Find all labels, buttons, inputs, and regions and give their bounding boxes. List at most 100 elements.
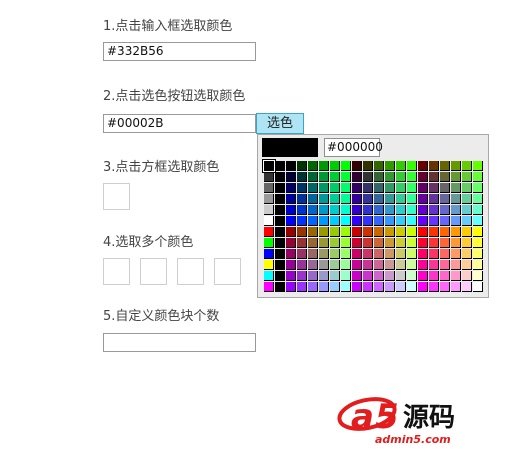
palette-color-cell[interactable] [374, 161, 384, 171]
palette-color-cell[interactable] [275, 260, 285, 270]
palette-color-cell[interactable] [363, 227, 373, 237]
block-count-input[interactable] [103, 333, 256, 352]
palette-color-cell[interactable] [286, 249, 296, 259]
palette-color-cell[interactable] [407, 260, 417, 270]
palette-color-cell[interactable] [418, 194, 428, 204]
palette-color-cell[interactable] [352, 249, 362, 259]
palette-color-cell[interactable] [473, 271, 483, 281]
palette-color-cell[interactable] [429, 271, 439, 281]
palette-color-cell[interactable] [418, 282, 428, 292]
palette-color-cell[interactable] [440, 282, 450, 292]
palette-color-cell[interactable] [297, 194, 307, 204]
palette-color-cell[interactable] [418, 216, 428, 226]
palette-color-cell[interactable] [385, 249, 395, 259]
palette-color-cell[interactable] [341, 161, 351, 171]
palette-color-cell[interactable] [451, 238, 461, 248]
palette-color-cell[interactable] [429, 227, 439, 237]
color-swatch-box[interactable] [103, 183, 130, 210]
palette-color-cell[interactable] [473, 216, 483, 226]
palette-color-cell[interactable] [462, 271, 472, 281]
palette-color-cell[interactable] [319, 282, 329, 292]
palette-color-cell[interactable] [352, 271, 362, 281]
palette-color-cell[interactable] [407, 194, 417, 204]
palette-color-cell[interactable] [352, 161, 362, 171]
palette-color-cell[interactable] [396, 260, 406, 270]
palette-color-cell[interactable] [440, 194, 450, 204]
palette-color-cell[interactable] [297, 227, 307, 237]
palette-color-cell[interactable] [308, 161, 318, 171]
palette-color-cell[interactable] [275, 161, 285, 171]
palette-color-cell[interactable] [286, 282, 296, 292]
palette-color-cell[interactable] [385, 205, 395, 215]
palette-color-cell[interactable] [473, 249, 483, 259]
palette-color-cell[interactable] [297, 260, 307, 270]
palette-color-cell[interactable] [418, 161, 428, 171]
palette-color-cell[interactable] [308, 238, 318, 248]
palette-color-cell[interactable] [429, 249, 439, 259]
palette-color-cell[interactable] [396, 249, 406, 259]
palette-color-cell[interactable] [308, 282, 318, 292]
palette-color-cell[interactable] [473, 238, 483, 248]
palette-color-cell[interactable] [286, 238, 296, 248]
palette-color-cell[interactable] [275, 238, 285, 248]
palette-color-cell[interactable] [451, 282, 461, 292]
palette-color-cell[interactable] [374, 172, 384, 182]
palette-color-cell[interactable] [462, 238, 472, 248]
palette-color-cell[interactable] [462, 282, 472, 292]
palette-color-cell[interactable] [352, 227, 362, 237]
palette-color-cell[interactable] [451, 205, 461, 215]
palette-color-cell[interactable] [275, 216, 285, 226]
palette-color-cell[interactable] [440, 227, 450, 237]
palette-color-cell[interactable] [341, 227, 351, 237]
palette-color-cell[interactable] [319, 161, 329, 171]
palette-color-cell[interactable] [308, 205, 318, 215]
palette-color-cell[interactable] [341, 271, 351, 281]
palette-color-cell[interactable] [385, 161, 395, 171]
palette-color-cell[interactable] [440, 271, 450, 281]
palette-color-cell[interactable] [407, 183, 417, 193]
palette-color-cell[interactable] [385, 172, 395, 182]
palette-color-cell[interactable] [374, 271, 384, 281]
palette-color-cell[interactable] [473, 194, 483, 204]
palette-color-cell[interactable] [308, 227, 318, 237]
palette-color-cell[interactable] [440, 161, 450, 171]
palette-color-cell[interactable] [286, 172, 296, 182]
palette-color-cell[interactable] [407, 216, 417, 226]
palette-color-cell[interactable] [473, 282, 483, 292]
palette-color-cell[interactable] [363, 161, 373, 171]
palette-color-cell[interactable] [319, 194, 329, 204]
palette-color-cell[interactable] [429, 205, 439, 215]
palette-color-cell[interactable] [330, 271, 340, 281]
palette-color-cell[interactable] [341, 282, 351, 292]
palette-color-cell[interactable] [440, 260, 450, 270]
palette-color-cell[interactable] [440, 172, 450, 182]
palette-color-cell[interactable] [286, 271, 296, 281]
palette-color-cell[interactable] [396, 282, 406, 292]
palette-color-cell[interactable] [363, 205, 373, 215]
palette-color-cell[interactable] [418, 172, 428, 182]
palette-color-cell[interactable] [330, 183, 340, 193]
palette-color-cell[interactable] [308, 183, 318, 193]
palette-color-cell[interactable] [330, 238, 340, 248]
palette-color-cell[interactable] [374, 183, 384, 193]
palette-color-cell[interactable] [286, 205, 296, 215]
palette-color-cell[interactable] [374, 227, 384, 237]
palette-color-cell[interactable] [264, 227, 274, 237]
palette-color-cell[interactable] [330, 249, 340, 259]
palette-color-cell[interactable] [363, 271, 373, 281]
palette-color-cell[interactable] [286, 260, 296, 270]
palette-color-cell[interactable] [451, 249, 461, 259]
palette-color-cell[interactable] [440, 205, 450, 215]
palette-color-cell[interactable] [462, 216, 472, 226]
palette-color-cell[interactable] [330, 161, 340, 171]
multi-swatch-3[interactable] [177, 258, 204, 285]
palette-color-cell[interactable] [352, 183, 362, 193]
palette-color-cell[interactable] [352, 260, 362, 270]
palette-color-cell[interactable] [275, 194, 285, 204]
palette-color-cell[interactable] [418, 227, 428, 237]
palette-color-cell[interactable] [319, 172, 329, 182]
palette-color-cell[interactable] [330, 172, 340, 182]
palette-color-cell[interactable] [308, 194, 318, 204]
palette-color-cell[interactable] [286, 194, 296, 204]
palette-color-cell[interactable] [352, 205, 362, 215]
